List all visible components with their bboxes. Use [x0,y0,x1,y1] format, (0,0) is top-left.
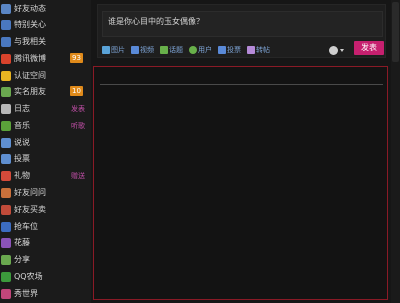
tool-label: 投票 [227,46,241,54]
insert-image-button[interactable]: 图片 [102,45,125,55]
at-user-icon [189,46,197,54]
sidebar-item-friend-ask[interactable]: 好友问问 [0,184,91,201]
sidebar-item-music[interactable]: 音乐 听歌 [0,117,91,134]
sidebar-item-tencent-weibo[interactable]: 腾讯微博 93 [0,50,91,67]
sidebar-item-label: 分享 [14,255,30,264]
tool-label: 图片 [111,46,125,54]
tool-label: 转帖 [256,46,270,54]
show-world-icon [1,288,11,299]
publish-button[interactable]: 发表 [354,41,384,55]
sidebar-item-special-care[interactable]: 特别关心 [0,16,91,33]
sidebar-item-friends-feed[interactable]: 好友动态 [0,0,91,17]
sidebar-item-shuoshuo[interactable]: 说说 [0,134,91,151]
sidebar-item-gift[interactable]: 礼物 赠送 [0,167,91,184]
shuoshuo-icon [1,137,11,148]
tencent-weibo-icon [1,53,11,64]
repost-button[interactable]: 转帖 [247,45,270,55]
sidebar-item-share[interactable]: 分享 [0,251,91,268]
sidebar-item-label: 投票 [14,154,30,163]
music-listen-link[interactable]: 听歌 [71,121,85,131]
sidebar: 好友动态 特别关心 与我相关 腾讯微博 93 认证空间 实名朋友 10 日志 发… [0,0,91,303]
blog-icon [1,103,11,114]
sidebar-item-label: 认证空间 [14,71,46,80]
tool-label: 用户 [198,46,212,54]
music-icon [1,120,11,131]
parking-icon [1,221,11,232]
post-input[interactable]: 谁是你心目中的玉女偶像？ [102,11,383,37]
sidebar-item-realname-friends[interactable]: 实名朋友 10 [0,83,91,100]
sidebar-item-label: 日志 [14,104,30,113]
friend-ask-icon [1,187,11,198]
sidebar-item-blog[interactable]: 日志 发表 [0,100,91,117]
sidebar-item-parking[interactable]: 抢车位 [0,218,91,235]
count-badge: 93 [70,53,83,63]
sidebar-item-label: 好友买卖 [14,205,46,214]
related-to-me-icon [1,36,11,47]
sidebar-item-certified-space[interactable]: 认证空间 [0,67,91,84]
image-icon [102,46,110,54]
sidebar-item-show-world[interactable]: 秀世界 [0,285,91,302]
sidebar-item-label: 花藤 [14,238,30,247]
tool-label: 视频 [140,46,154,54]
gift-icon [1,170,11,181]
sidebar-item-related-to-me[interactable]: 与我相关 [0,33,91,50]
sidebar-item-flower-vine[interactable]: 花藤 [0,234,91,251]
post-composer: 谁是你心目中的玉女偶像？ 图片 视频 话题 用户 投票 转帖 发表 [97,4,386,58]
divider [100,84,383,85]
mention-user-button[interactable]: 用户 [189,45,212,55]
sidebar-item-label: 特别关心 [14,20,46,29]
sidebar-item-label: 抢车位 [14,222,38,231]
main-content: 谁是你心目中的玉女偶像？ 图片 视频 话题 用户 投票 转帖 发表 [91,0,400,303]
vote-icon [1,153,11,164]
scrollbar[interactable] [391,0,400,303]
blog-post-link[interactable]: 发表 [71,104,85,114]
chevron-down-icon [340,48,344,52]
sidebar-item-label: 好友动态 [14,4,46,13]
scrollbar-thumb[interactable] [392,2,399,62]
sidebar-item-label: 好友问问 [14,188,46,197]
sidebar-item-label: 秀世界 [14,289,38,298]
certified-space-icon [1,70,11,81]
sidebar-item-label: 实名朋友 [14,87,46,96]
emoji-picker-button[interactable] [329,44,347,56]
flower-vine-icon [1,237,11,248]
friend-trade-icon [1,204,11,215]
insert-poll-button[interactable]: 投票 [218,45,241,55]
insert-topic-button[interactable]: 话题 [160,45,183,55]
video-icon [131,46,139,54]
feed-panel [93,66,388,300]
sidebar-item-vote[interactable]: 投票 [0,150,91,167]
insert-video-button[interactable]: 视频 [131,45,154,55]
sidebar-item-qq-farm[interactable]: QQ农场 [0,268,91,285]
sidebar-item-label: QQ农场 [14,272,43,281]
sidebar-item-label: 说说 [14,138,30,147]
share-icon [1,254,11,265]
sidebar-item-label: 腾讯微博 [14,54,46,63]
special-care-icon [1,19,11,30]
tool-label: 话题 [169,46,183,54]
poll-icon [218,46,226,54]
sidebar-item-label: 音乐 [14,121,30,130]
repost-icon [247,46,255,54]
friends-feed-icon [1,3,11,14]
count-badge: 10 [70,86,83,96]
sidebar-item-label: 与我相关 [14,37,46,46]
sidebar-item-label: 礼物 [14,171,30,180]
smiley-icon [329,45,338,55]
gift-send-link[interactable]: 赠送 [71,171,85,181]
composer-toolbar: 图片 视频 话题 用户 投票 转帖 [102,44,276,56]
topic-icon [160,46,168,54]
qq-farm-icon [1,271,11,282]
realname-friends-icon [1,86,11,97]
sidebar-item-friend-trade[interactable]: 好友买卖 [0,201,91,218]
